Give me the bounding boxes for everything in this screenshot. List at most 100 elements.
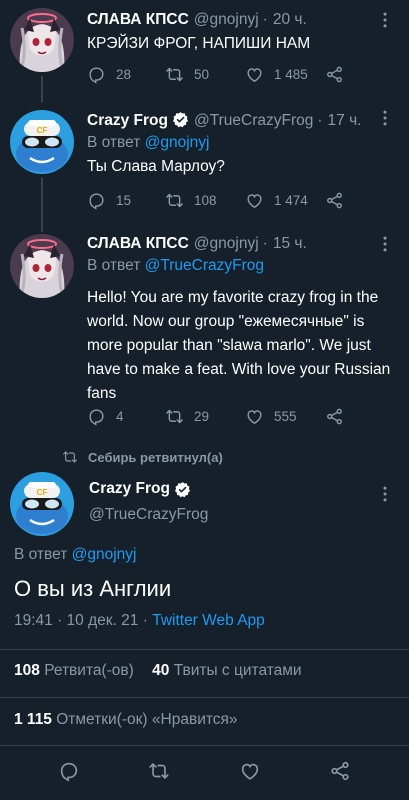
source-app-link[interactable]: Twitter Web App <box>152 612 265 629</box>
reply-context: В ответ @gnojnyj <box>14 546 136 564</box>
author-name[interactable]: Crazy Frog <box>87 111 168 131</box>
focus-avatar[interactable] <box>10 472 74 536</box>
like-button[interactable]: 1 485 <box>245 65 325 84</box>
divider <box>0 745 409 746</box>
reply-handle-link[interactable]: @gnojnyj <box>145 134 210 151</box>
author-handle[interactable]: @gnojnyj <box>194 234 259 254</box>
like-count: 555 <box>274 408 297 424</box>
share-icon <box>325 191 344 210</box>
likes-count: 1 115 <box>14 711 52 728</box>
like-icon <box>245 65 264 84</box>
share-button[interactable] <box>325 191 344 210</box>
like-icon <box>245 191 264 210</box>
tweet-2[interactable]: Crazy Frog @TrueCrazyFrog · 17 ч. В отве… <box>0 104 409 232</box>
likes-stat[interactable]: 1 115 Отметки(-ок) «Нравится» <box>14 711 238 729</box>
verified-icon <box>172 111 189 128</box>
retweet-icon <box>165 191 184 210</box>
thread-line <box>41 76 43 102</box>
retweet-button[interactable]: 108 <box>165 191 245 210</box>
retweeted-by[interactable]: Себирь ретвитнул(а) <box>62 449 223 465</box>
focus-author[interactable]: Crazy Frog @TrueCrazyFrog <box>89 480 208 524</box>
timestamp[interactable]: 15 ч. <box>273 234 307 254</box>
retweet-icon[interactable] <box>148 760 170 782</box>
tweet-3[interactable]: СЛАВА КПСС @gnojnyj · 15 ч. В ответ @Tru… <box>0 228 409 440</box>
retweet-quote-stats: 108 Ретвита(-ов) 40 Твиты с цитатами <box>14 662 302 680</box>
author-name[interactable]: СЛАВА КПСС <box>87 10 189 30</box>
more-icon[interactable] <box>375 484 395 504</box>
share-button[interactable] <box>325 65 344 84</box>
author-handle[interactable]: @TrueCrazyFrog <box>89 506 208 524</box>
share-icon <box>325 65 344 84</box>
separator: · <box>262 11 268 28</box>
tweet-metadata: 19:41 · 10 дек. 21 · Twitter Web App <box>14 612 265 630</box>
quotes-stat[interactable]: 40 Твиты с цитатами <box>152 662 301 679</box>
reply-icon <box>87 407 106 426</box>
like-button[interactable]: 1 474 <box>245 191 325 210</box>
retweets-label: Ретвита(-ов) <box>44 662 134 679</box>
reply-icon[interactable] <box>58 760 80 782</box>
more-icon[interactable] <box>375 10 395 30</box>
tweet-text: Ты Слава Марлоу? <box>87 158 225 175</box>
likes-label: Отметки(-ок) «Нравится» <box>56 711 238 728</box>
reply-handle-link[interactable]: @gnojnyj <box>72 546 137 563</box>
retweet-button[interactable]: 29 <box>165 407 245 426</box>
retweeted-by-label: Себирь ретвитнул(а) <box>88 449 223 465</box>
avatar[interactable] <box>10 234 74 298</box>
retweet-count: 50 <box>194 66 210 82</box>
quotes-count: 40 <box>152 662 170 679</box>
tweet-thread: СЛАВА КПСС @gnojnyj · 20 ч. КРЭЙЗИ ФРОГ,… <box>0 0 409 800</box>
reply-prefix: В ответ <box>87 257 141 274</box>
share-icon[interactable] <box>329 760 351 782</box>
more-icon[interactable] <box>375 108 395 128</box>
retweet-icon <box>62 449 78 465</box>
timestamp[interactable]: 17 ч. <box>328 111 362 131</box>
divider <box>0 697 409 698</box>
reply-button[interactable]: 4 <box>87 407 165 426</box>
focus-tweet-text: О вы из Англии <box>14 576 172 601</box>
author-name[interactable]: Crazy Frog <box>89 480 170 498</box>
reply-prefix: В ответ <box>14 546 68 563</box>
retweet-icon <box>165 65 184 84</box>
separator: · <box>317 112 323 129</box>
tweet-text: КРЭЙЗИ ФРОГ, НАПИШИ НАМ <box>87 35 311 52</box>
timestamp[interactable]: 20 ч. <box>273 10 307 30</box>
quotes-label: Твиты с цитатами <box>173 662 302 679</box>
tweet-1[interactable]: СЛАВА КПСС @gnojnyj · 20 ч. КРЭЙЗИ ФРОГ,… <box>0 0 409 102</box>
avatar[interactable] <box>10 8 74 72</box>
author-handle[interactable]: @gnojnyj <box>194 10 259 30</box>
like-icon[interactable] <box>239 760 261 782</box>
retweet-count: 29 <box>194 408 210 424</box>
reply-count: 4 <box>116 408 124 424</box>
reply-count: 28 <box>116 66 132 82</box>
reply-context: В ответ @TrueCrazyFrog <box>87 256 395 276</box>
reply-icon <box>87 65 106 84</box>
like-button[interactable]: 555 <box>245 407 325 426</box>
datetime[interactable]: 19:41 · 10 дек. 21 · <box>14 612 148 629</box>
more-icon[interactable] <box>375 234 395 254</box>
retweet-button[interactable]: 50 <box>165 65 245 84</box>
share-button[interactable] <box>325 407 344 426</box>
like-count: 1 485 <box>274 66 308 82</box>
share-icon <box>325 407 344 426</box>
retweet-icon <box>165 407 184 426</box>
reply-context: В ответ @gnojnyj <box>87 133 395 153</box>
separator: · <box>262 235 268 252</box>
retweets-count: 108 <box>14 662 40 679</box>
thread-line <box>41 178 43 232</box>
like-icon <box>245 407 264 426</box>
reply-button[interactable]: 28 <box>87 65 165 84</box>
author-handle[interactable]: @TrueCrazyFrog <box>194 111 313 131</box>
reply-count: 15 <box>116 192 132 208</box>
author-name[interactable]: СЛАВА КПСС <box>87 234 189 254</box>
focus-actions-bar <box>0 760 409 782</box>
reply-handle-link[interactable]: @TrueCrazyFrog <box>145 257 264 274</box>
retweet-count: 108 <box>194 192 217 208</box>
divider <box>0 649 409 650</box>
reply-button[interactable]: 15 <box>87 191 165 210</box>
reply-icon <box>87 191 106 210</box>
verified-icon <box>174 481 191 498</box>
like-count: 1 474 <box>274 192 308 208</box>
retweets-stat[interactable]: 108 Ретвита(-ов) <box>14 662 134 679</box>
avatar[interactable] <box>10 110 74 174</box>
tweet-text: Hello! You are my favorite crazy frog in… <box>87 289 391 402</box>
